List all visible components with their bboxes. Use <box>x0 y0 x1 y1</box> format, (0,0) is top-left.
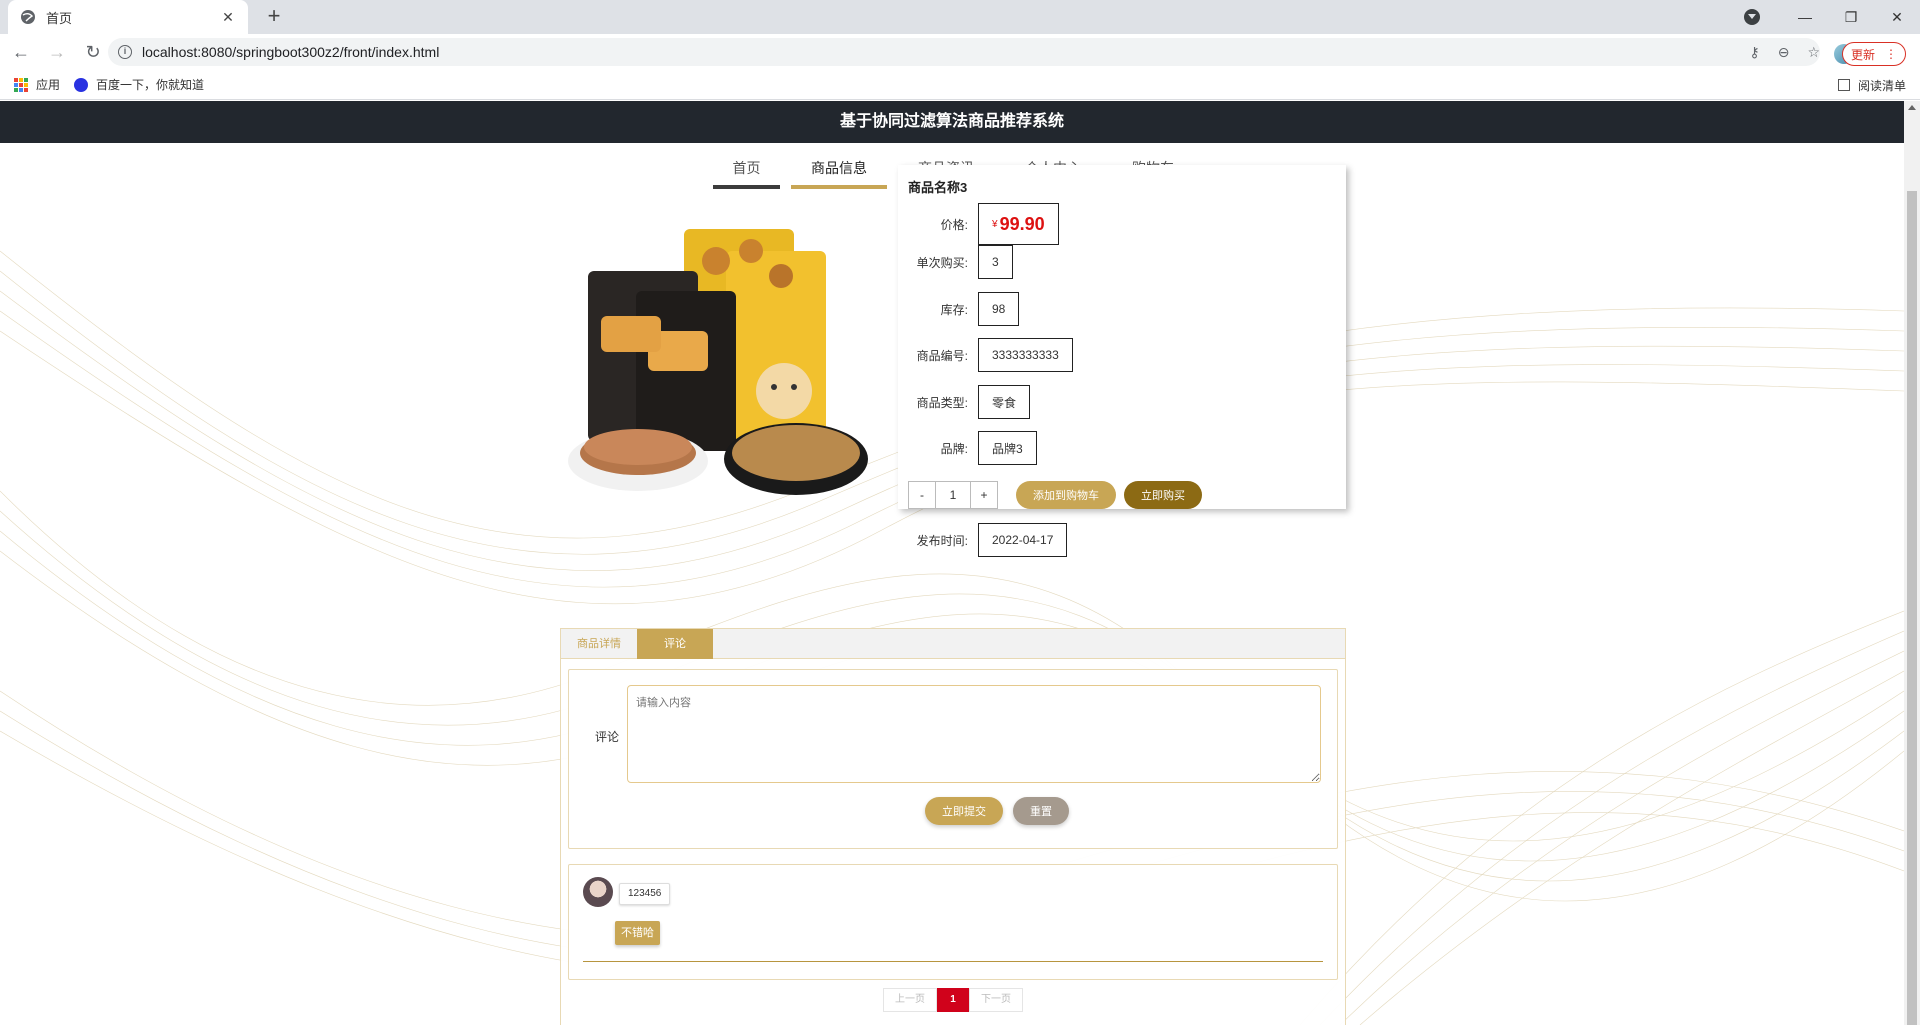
tab-title: 首页 <box>46 10 73 26</box>
date-row: 发布时间: 2022-04-17 <box>898 523 1068 557</box>
prev-page-button[interactable]: 上一页 <box>883 988 937 1012</box>
nav-home[interactable]: 首页 <box>713 143 780 189</box>
stock-value: 98 <box>978 292 1020 326</box>
product-name: 商品名称3 <box>908 180 968 195</box>
comment-form: 评论 立即提交 重置 <box>568 669 1338 849</box>
type-value: 零食 <box>978 385 1031 419</box>
sku-value: 3333333333 <box>978 338 1073 372</box>
update-button[interactable]: 更新 ⋮ <box>1842 42 1906 66</box>
product-info-panel: 商品名称3 价格: ¥99.90 单次购买: 3 库存: 98 商品编号: 33… <box>898 165 1346 509</box>
update-label: 更新 <box>1850 47 1875 62</box>
date-label: 发布时间: <box>916 533 968 548</box>
submit-comment-button[interactable]: 立即提交 <box>925 797 1003 825</box>
type-row: 商品类型: 零食 <box>898 385 1031 419</box>
globe-icon <box>20 9 36 25</box>
page-scrollbar[interactable] <box>1904 101 1920 1025</box>
stock-row: 库存: 98 <box>898 292 1020 326</box>
baidu-paw-icon <box>74 77 89 92</box>
price-row: 价格: ¥99.90 <box>898 203 1059 245</box>
quantity-stepper: - 1 + <box>908 481 998 509</box>
comment-input[interactable] <box>627 685 1321 783</box>
site-title: 基于协同过滤算法商品推荐系统 <box>0 101 1904 143</box>
comment-text: 不错哈 <box>615 921 660 945</box>
close-tab-icon[interactable]: ✕ <box>220 9 236 26</box>
price-amount: 99.90 <box>999 213 1045 234</box>
current-page[interactable]: 1 <box>937 988 969 1012</box>
reload-icon[interactable]: ↻ <box>78 37 108 67</box>
star-icon[interactable]: ☆ <box>1807 44 1820 61</box>
price-value: ¥99.90 <box>978 203 1059 245</box>
browser-tab[interactable]: 首页 ✕ <box>8 0 248 34</box>
comment-username: 123456 <box>619 883 671 905</box>
url-text[interactable]: localhost:8080/springboot300z2/front/ind… <box>142 44 439 60</box>
reset-button[interactable]: 重置 <box>1013 797 1069 825</box>
zoom-icon[interactable]: ⊖ <box>1778 44 1790 61</box>
quantity-minus-button[interactable]: - <box>909 482 935 508</box>
forward-icon[interactable]: → <box>42 37 72 67</box>
limit-value: 3 <box>978 245 1013 279</box>
back-icon[interactable]: ← <box>6 37 36 67</box>
brand-label: 品牌: <box>940 441 968 456</box>
reading-list-icon <box>1837 79 1850 91</box>
reading-list[interactable]: 阅读清单 <box>1837 70 1906 100</box>
brand-row: 品牌: 品牌3 <box>898 431 1037 465</box>
comment-label: 评论 <box>595 730 620 744</box>
restore-button[interactable]: ❐ <box>1828 0 1874 34</box>
address-bar[interactable]: i localhost:8080/springboot300z2/front/i… <box>108 38 1820 66</box>
scrollbar-thumb[interactable] <box>1907 191 1917 1025</box>
quantity-plus-button[interactable]: + <box>971 482 997 508</box>
product-image <box>568 229 868 495</box>
tab-comments[interactable]: 评论 <box>637 629 713 659</box>
add-to-cart-button[interactable]: 添加到购物车 <box>1016 481 1116 509</box>
tab-product-detail[interactable]: 商品详情 <box>561 629 637 659</box>
bookmark-baidu[interactable]: 百度一下，你就知道 <box>74 76 204 93</box>
key-icon[interactable]: ⚷ <box>1749 44 1759 61</box>
comment-avatar <box>583 877 613 907</box>
browser-toolbar: ← → ↻ i localhost:8080/springboot300z2/f… <box>0 34 1920 70</box>
buy-now-button[interactable]: 立即购买 <box>1124 481 1202 509</box>
detail-tabs: 商品详情 评论 <box>561 629 1345 659</box>
brand-value: 品牌3 <box>978 431 1037 465</box>
sku-label: 商品编号: <box>916 348 968 363</box>
next-page-button[interactable]: 下一页 <box>969 988 1023 1012</box>
comment-divider <box>583 961 1323 962</box>
type-label: 商品类型: <box>916 395 968 410</box>
page-viewport: 基于协同过滤算法商品推荐系统 首页 商品信息 商品资讯 个人中心 购物车 商品名… <box>0 101 1904 1025</box>
stock-label: 库存: <box>940 302 968 317</box>
nav-products[interactable]: 商品信息 <box>791 143 887 189</box>
close-window-button[interactable]: ✕ <box>1874 0 1920 34</box>
date-value: 2022-04-17 <box>978 523 1068 557</box>
bookmark-apps[interactable]: 应用 <box>14 76 60 93</box>
detail-panel: 商品详情 评论 评论 立即提交 重置 123456 不错哈 上一页 1 下一页 <box>560 628 1346 1025</box>
quantity-input[interactable]: 1 <box>935 482 971 508</box>
minimize-button[interactable]: — <box>1782 0 1828 34</box>
currency-symbol: ¥ <box>992 218 998 230</box>
reading-list-label: 阅读清单 <box>1857 78 1906 93</box>
pagination: 上一页 1 下一页 <box>883 988 1023 1012</box>
limit-label: 单次购买: <box>916 255 968 270</box>
info-icon[interactable]: i <box>118 45 132 59</box>
menu-dots-icon: ⋮ <box>1885 47 1897 61</box>
bookmark-apps-label: 应用 <box>36 78 61 92</box>
sku-row: 商品编号: 3333333333 <box>898 338 1073 372</box>
price-label: 价格: <box>940 217 968 232</box>
bookmarks-bar: 应用 百度一下，你就知道 阅读清单 <box>0 70 1920 100</box>
apps-grid-icon <box>14 77 28 92</box>
bookmark-baidu-label: 百度一下，你就知道 <box>96 78 205 92</box>
limit-row: 单次购买: 3 <box>898 245 1013 279</box>
new-tab-button[interactable]: + <box>262 5 286 29</box>
browser-tabbar: 首页 ✕ + — ❐ ✕ <box>0 0 1920 34</box>
comment-list: 123456 不错哈 <box>568 864 1338 980</box>
tab-search-icon[interactable] <box>1744 9 1760 25</box>
scroll-up-icon[interactable] <box>1908 105 1916 110</box>
